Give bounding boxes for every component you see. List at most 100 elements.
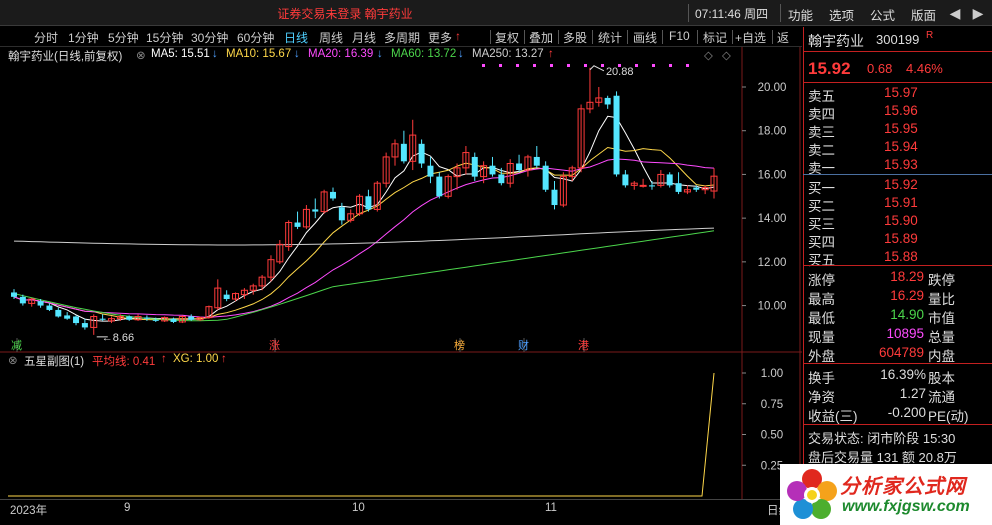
signal-dot	[533, 64, 536, 67]
signal-dot	[584, 64, 587, 67]
menu-layout[interactable]: 版面	[911, 5, 936, 24]
candle-body	[312, 209, 319, 212]
event-marker: 港	[578, 339, 589, 352]
menu-formula[interactable]: 公式	[870, 5, 895, 24]
candle-body	[37, 301, 44, 306]
stat-row: 涨停 18.29 跌停	[804, 268, 990, 288]
trade-status-text: 交易状态: 闭市阶段 15:30	[808, 431, 956, 446]
price-tick-label: 12.00	[758, 257, 787, 269]
stat-value: 16.29	[890, 288, 924, 303]
stat-label: 现量	[808, 330, 835, 345]
candle-body	[338, 207, 345, 221]
stock-name: 翰宇药业	[808, 33, 864, 49]
signal-dot	[482, 64, 485, 67]
stat-label: 总量	[928, 330, 955, 345]
sell-4[interactable]: 卖四 15.96	[804, 102, 990, 122]
candle-body	[223, 294, 230, 300]
candle-body	[516, 163, 523, 171]
collapse-icon[interactable]: ⊗	[8, 353, 18, 367]
buy-2[interactable]: 买二 15.91	[804, 194, 990, 214]
price-change-pct: 4.46%	[906, 61, 943, 76]
candle-body	[666, 174, 673, 186]
stat-value: 14.90	[890, 307, 924, 322]
stat-value: 1.27	[899, 386, 926, 401]
main-menu: 功能 选项 公式 版面	[788, 5, 936, 24]
sub-tick-label: 1.00	[761, 368, 783, 380]
event-marker: 减	[11, 339, 22, 352]
high-label: 20.88	[606, 66, 634, 78]
stat-row: 现量 10895 总量	[804, 325, 990, 345]
order-price: 15.96	[884, 103, 918, 118]
sell-3[interactable]: 卖三 15.95	[804, 120, 990, 140]
sell-1[interactable]: 卖一 15.93	[804, 156, 990, 176]
order-price: 15.89	[884, 231, 918, 246]
stat-value: 10895	[886, 326, 924, 341]
menu-options[interactable]: 选项	[829, 5, 854, 24]
candle-body	[46, 305, 53, 310]
buy-1[interactable]: 买一 15.92	[804, 176, 990, 196]
price-tick-label: 10.00	[758, 301, 787, 313]
candle-body	[613, 95, 620, 175]
order-price: 15.94	[884, 139, 918, 154]
sell-2[interactable]: 卖二 15.94	[804, 138, 990, 158]
stat-label: 最低	[808, 311, 835, 326]
sell-5[interactable]: 卖五 15.97	[804, 84, 990, 104]
candle-body	[639, 184, 647, 187]
sub-chart-name: 五星副图(1)	[24, 356, 85, 368]
candle-body	[55, 309, 62, 317]
stat-value: -0.200	[887, 405, 926, 420]
order-price: 15.95	[884, 121, 918, 136]
forward-arrow-icon[interactable]: ▶	[968, 3, 988, 23]
order-price: 15.88	[884, 249, 918, 264]
order-price: 15.92	[884, 177, 918, 192]
event-marker: 涨	[269, 339, 280, 352]
stat-value: 16.39%	[880, 367, 926, 382]
order-label: 买五	[808, 253, 835, 268]
price-row: 15.92 0.68 4.46%	[804, 59, 990, 81]
event-marker: 财	[518, 338, 529, 352]
order-price: 15.90	[884, 213, 918, 228]
signal-dot	[635, 64, 638, 67]
avg-line-label: 平均线: 0.41	[92, 356, 156, 368]
divider	[803, 265, 992, 266]
candle-body	[622, 174, 629, 186]
watermark-text: 分析家公式网	[840, 476, 966, 498]
candle-body	[143, 317, 150, 319]
ma60-line	[13, 230, 715, 322]
avg-arrow-icon: ↑	[161, 353, 167, 365]
stat-row: 净资 1.27 流通	[804, 385, 990, 405]
axis-label: 2023年	[10, 505, 48, 517]
candle-body	[99, 318, 106, 320]
stat-row: 换手 16.39% 股本	[804, 366, 990, 386]
candle-body	[329, 191, 336, 199]
ma20-line	[13, 158, 715, 318]
kline-chart[interactable]: 20.88 ←8.66 减 涨 榜 财 港 20.00 18.00 16.00 14.00 12.0…	[0, 0, 802, 499]
divider	[803, 82, 992, 83]
xg-line	[8, 372, 715, 497]
stat-row: 收益(三) -0.200 PE(动)	[804, 404, 990, 424]
divider	[803, 363, 992, 364]
back-arrow-icon[interactable]: ◀	[945, 3, 965, 23]
xg-arrow-icon: ↑	[221, 353, 227, 365]
stat-row: 最低 14.90 市值	[804, 306, 990, 326]
buy-3[interactable]: 买三 15.90	[804, 212, 990, 232]
signal-dot	[499, 64, 502, 67]
signal-dot	[601, 64, 604, 67]
candle-body	[81, 323, 88, 328]
price-tick-label: 18.00	[758, 126, 787, 138]
low-label: ←8.66	[102, 332, 134, 344]
stat-label: 股本	[928, 371, 955, 386]
candle-body	[294, 222, 301, 227]
candle-body	[365, 196, 372, 210]
event-marker: 榜	[454, 338, 465, 352]
stat-label: 内盘	[928, 349, 955, 364]
stat-label: 跌停	[928, 273, 955, 288]
candle-body	[551, 189, 558, 206]
price-change: 0.68	[867, 61, 893, 76]
buy-4[interactable]: 买四 15.89	[804, 230, 990, 250]
order-price: 15.93	[884, 157, 918, 172]
candle-body	[400, 143, 407, 162]
stat-label: 收益(三)	[808, 409, 858, 424]
order-price: 15.97	[884, 85, 918, 100]
stat-row: 最高 16.29 量比	[804, 287, 990, 307]
